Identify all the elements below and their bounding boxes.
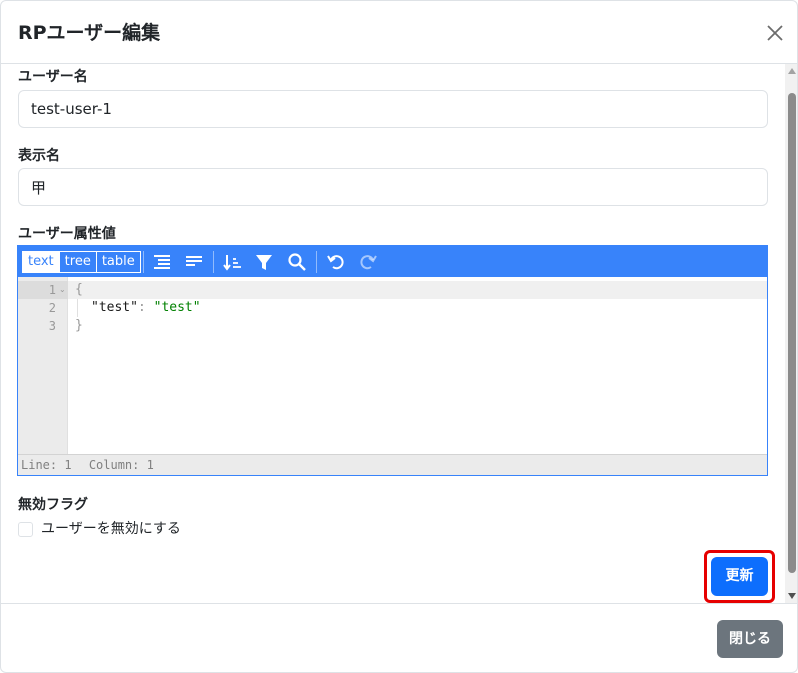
compact-icon[interactable] bbox=[183, 251, 205, 273]
filter-icon[interactable] bbox=[253, 251, 275, 273]
modal-body: ユーザー名 test-user-1 表示名 甲 ユーザー属性値 text tre… bbox=[1, 64, 785, 603]
update-button-highlight: 更新 bbox=[704, 550, 775, 603]
toolbar-divider bbox=[316, 251, 317, 273]
format-icon[interactable] bbox=[151, 251, 173, 273]
toolbar-divider bbox=[143, 251, 144, 273]
undo-icon[interactable] bbox=[325, 251, 347, 273]
json-editor: text tree table 1 2 3 ⌄ {"test": "test"… bbox=[17, 245, 768, 476]
edit-rp-user-modal: RPユーザー編集 ユーザー名 test-user-1 表示名 甲 ユーザー属性値… bbox=[0, 0, 798, 673]
toolbar-divider bbox=[213, 251, 214, 273]
username-label: ユーザー名 bbox=[18, 69, 88, 85]
display-name-label: 表示名 bbox=[18, 148, 60, 164]
json-brace: { bbox=[75, 282, 83, 297]
line-number: 3 bbox=[48, 319, 56, 333]
search-icon[interactable] bbox=[286, 251, 308, 273]
attributes-label: ユーザー属性値 bbox=[18, 226, 116, 242]
json-string-value: "test" bbox=[153, 300, 201, 315]
cursor-column-status: Column: 1 bbox=[88, 458, 154, 472]
mode-table-button[interactable]: table bbox=[97, 252, 140, 272]
json-code-area[interactable]: 1 2 3 ⌄ { "test": "test" } bbox=[18, 277, 767, 454]
redo-icon bbox=[360, 255, 377, 270]
disabled-flag-label: 無効フラグ bbox=[18, 497, 88, 513]
code-line: { bbox=[75, 281, 83, 299]
sort-icon[interactable] bbox=[222, 251, 244, 273]
line-number: 2 bbox=[48, 301, 56, 315]
fold-toggle-icon[interactable]: ⌄ bbox=[59, 285, 66, 295]
scroll-down-arrow-icon[interactable] bbox=[788, 593, 796, 599]
scroll-up-arrow-icon[interactable] bbox=[788, 68, 796, 74]
json-key: "test" bbox=[91, 300, 138, 315]
scrollbar-thumb[interactable] bbox=[788, 93, 796, 573]
disable-user-row: ユーザーを無効にする bbox=[18, 519, 181, 539]
close-button[interactable]: 閉じる bbox=[717, 620, 783, 658]
update-button[interactable]: 更新 bbox=[711, 557, 768, 596]
json-editor-statusbar: Line: 1 Column: 1 bbox=[18, 454, 767, 475]
close-icon[interactable] bbox=[761, 19, 789, 47]
modal-scrollbar[interactable] bbox=[785, 64, 797, 603]
mode-switcher: text tree table bbox=[22, 251, 141, 273]
active-line-highlight bbox=[18, 281, 767, 299]
modal-title: RPユーザー編集 bbox=[18, 22, 161, 44]
username-input[interactable]: test-user-1 bbox=[18, 90, 768, 128]
mode-tree-button[interactable]: tree bbox=[60, 252, 97, 272]
json-editor-toolbar: text tree table bbox=[18, 246, 767, 277]
mode-text-button[interactable]: text bbox=[23, 252, 60, 272]
code-line: "test": "test" bbox=[91, 299, 201, 317]
cursor-line-status: Line: 1 bbox=[21, 458, 72, 472]
json-brace: } bbox=[75, 318, 83, 333]
line-number: 1 bbox=[48, 283, 56, 297]
code-line: } bbox=[75, 317, 83, 335]
disable-user-checkbox[interactable] bbox=[18, 521, 33, 537]
display-name-input[interactable]: 甲 bbox=[18, 168, 768, 206]
json-colon: : bbox=[137, 300, 146, 315]
modal-footer: 閉じる bbox=[1, 603, 797, 672]
disable-user-checkbox-label[interactable]: ユーザーを無効にする bbox=[41, 519, 181, 539]
indent-guide bbox=[77, 299, 78, 317]
modal-header: RPユーザー編集 bbox=[1, 1, 797, 64]
